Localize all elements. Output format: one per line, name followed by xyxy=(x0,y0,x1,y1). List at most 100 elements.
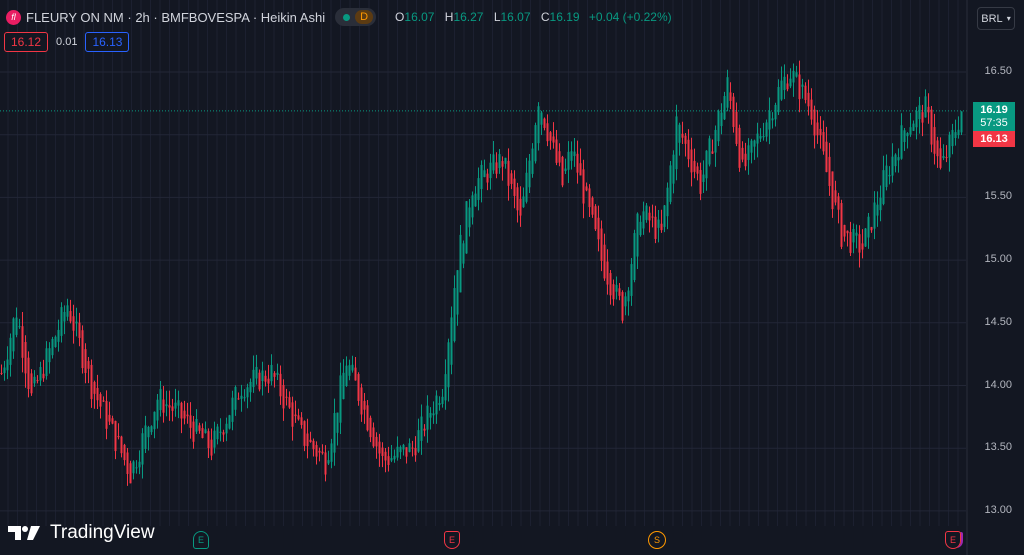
candle-body xyxy=(225,423,228,434)
candle-body xyxy=(786,83,789,90)
tradingview-logo[interactable]: TradingView xyxy=(8,522,155,544)
bar-countdown: 57:35 xyxy=(980,117,1008,129)
candle-body xyxy=(315,445,318,457)
candle-body xyxy=(846,230,849,234)
candle-body xyxy=(453,288,456,342)
candle-body xyxy=(291,402,294,427)
candle-body xyxy=(672,154,675,184)
candle-body xyxy=(483,170,486,177)
candle-body xyxy=(585,186,588,191)
candle-body xyxy=(525,172,528,202)
candle-body xyxy=(534,125,537,162)
candle-body xyxy=(642,211,645,229)
candle-body xyxy=(903,130,906,143)
candle-body xyxy=(6,359,9,371)
candle-body xyxy=(654,216,657,239)
candle-body xyxy=(936,140,939,157)
candle-body xyxy=(765,122,768,137)
candle-body xyxy=(345,365,348,386)
candle-body xyxy=(393,455,396,460)
event-earnings-past-icon[interactable]: E xyxy=(193,531,209,549)
candle-body xyxy=(726,77,729,108)
candle-body xyxy=(747,145,750,160)
candle-body xyxy=(669,165,672,202)
candle-body xyxy=(252,369,255,388)
last-price-label: 16.19 57:35 xyxy=(973,102,1015,131)
event-earnings-icon[interactable]: E xyxy=(444,531,460,549)
candle-body xyxy=(690,149,693,173)
candle-body xyxy=(378,441,381,454)
candle-body xyxy=(588,188,591,208)
candle-body xyxy=(693,160,696,172)
candle-body xyxy=(753,140,756,147)
candle-body xyxy=(126,452,129,474)
candle-body xyxy=(459,234,462,293)
candle-body xyxy=(258,372,261,390)
event-earnings-upcoming-icon[interactable]: E xyxy=(945,531,961,549)
candle-body xyxy=(312,440,315,450)
candle-body xyxy=(273,373,276,377)
candle-body xyxy=(639,221,642,236)
low-label: L xyxy=(493,10,501,24)
candle-body xyxy=(375,436,378,447)
candle-body xyxy=(648,212,651,221)
candle-body xyxy=(333,413,336,453)
candle-body xyxy=(543,118,546,128)
market-status-pill[interactable]: D xyxy=(335,8,377,26)
candle-body xyxy=(249,381,252,393)
candle-body xyxy=(780,80,783,100)
candle-body xyxy=(120,436,123,454)
candle-body xyxy=(699,170,702,194)
candle-body xyxy=(705,150,708,179)
candle-body xyxy=(657,219,660,228)
candle-body xyxy=(261,370,264,382)
candle-body xyxy=(111,418,114,424)
candle-body xyxy=(177,400,180,406)
candle-body xyxy=(336,412,339,433)
candle-body xyxy=(486,173,489,183)
candle-body xyxy=(498,154,501,169)
candle-body xyxy=(606,261,609,285)
symbol-title[interactable]: FLEURY ON NM · 2h · BMFBOVESPA · Heikin … xyxy=(26,10,325,25)
candle-body xyxy=(399,446,402,453)
candle-body xyxy=(63,311,66,322)
candle-body xyxy=(213,430,216,448)
candle-body xyxy=(342,372,345,400)
candle-body xyxy=(828,156,831,186)
candle-body xyxy=(204,429,207,434)
candle-body xyxy=(501,161,504,167)
candle-body xyxy=(528,160,531,188)
candle-body xyxy=(537,106,540,144)
symbol-header: fl FLEURY ON NM · 2h · BMFBOVESPA · Heik… xyxy=(6,8,672,26)
candle-body xyxy=(438,403,441,405)
currency-selector[interactable]: BRL ▾ xyxy=(977,7,1015,30)
candle-body xyxy=(906,133,909,137)
candle-body xyxy=(234,386,237,410)
candle-body xyxy=(666,187,669,217)
candle-body xyxy=(708,138,711,165)
candle-body xyxy=(921,112,924,123)
candle-body xyxy=(195,418,198,432)
candle-body xyxy=(462,243,465,264)
sell-button[interactable]: 16.12 xyxy=(4,32,49,52)
price-tick: 15.00 xyxy=(984,253,1012,266)
buy-button[interactable]: 16.13 xyxy=(85,32,130,52)
candle-body xyxy=(819,128,822,136)
candle-body xyxy=(495,162,498,174)
candle-body xyxy=(420,416,423,441)
candle-body xyxy=(171,406,174,411)
event-split-icon[interactable]: S xyxy=(648,531,666,549)
candle-body xyxy=(870,227,873,231)
candle-body xyxy=(183,410,186,419)
price-chart[interactable] xyxy=(0,0,1024,555)
candle-body xyxy=(99,394,102,407)
candle-body xyxy=(297,415,300,420)
currency-label: BRL xyxy=(981,12,1003,25)
candle-body xyxy=(741,147,744,160)
candle-body xyxy=(579,163,582,176)
candle-body xyxy=(66,305,69,317)
candle-body xyxy=(681,133,684,138)
candle-body xyxy=(189,415,192,428)
candle-body xyxy=(522,196,525,208)
close-label: C xyxy=(540,10,550,24)
